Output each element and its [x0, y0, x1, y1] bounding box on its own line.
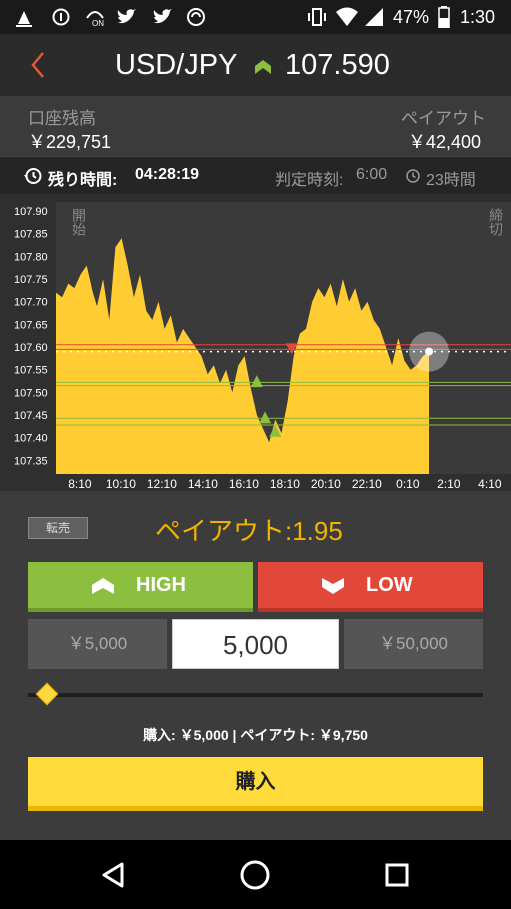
y-tick-label: 107.90 [14, 206, 48, 218]
x-tick-label: 14:10 [188, 477, 218, 491]
up-arrow-icon [92, 578, 114, 594]
x-tick-label: 22:10 [352, 477, 382, 491]
account-balance-label: 口座残高 [28, 109, 96, 128]
history-icon [24, 168, 42, 184]
y-tick-label: 107.45 [14, 410, 48, 422]
x-tick-label: 12:10 [147, 477, 177, 491]
y-tick-label: 107.40 [14, 433, 48, 445]
y-tick-label: 107.60 [14, 342, 48, 354]
notification-icon [16, 11, 32, 27]
x-tick-label: 4:10 [478, 477, 502, 491]
account-balance-value: ￥229,751 [28, 132, 112, 152]
current-rate: 107.590 [285, 49, 390, 81]
amount-slider-handle[interactable] [35, 682, 59, 706]
battery-percent: 47% [393, 7, 430, 27]
info-icon [52, 8, 70, 26]
y-tick-label: 107.70 [14, 297, 48, 309]
x-tick-label: 20:10 [311, 477, 341, 491]
system-nav-bar [0, 840, 511, 909]
y-tick-label: 107.35 [14, 455, 48, 467]
high-button[interactable]: HIGH [28, 562, 253, 612]
x-tick-label: 2:10 [437, 477, 461, 491]
x-tick-label: 18:10 [270, 477, 300, 491]
home-icon[interactable] [239, 859, 271, 891]
header: USD/JPY 107.590 [0, 34, 511, 96]
y-tick-label: 107.75 [14, 274, 48, 286]
time-bar: 残り時間: 04:28:19 判定時刻: 6:00 23時間 [0, 156, 511, 194]
price-chart[interactable]: 107.90 107.85 107.80 107.75 107.70 107.65 107.… [0, 194, 511, 491]
judgement-time-value: 6:00 [356, 166, 388, 183]
resale-button[interactable]: 転売 [28, 517, 88, 539]
x-tick-label: 16:10 [229, 477, 259, 491]
start-label: 開始 [70, 208, 86, 236]
remaining-time-value: 04:28:19 [135, 166, 200, 183]
payout-label: ペイアウト [401, 109, 486, 128]
y-tick-label: 107.55 [14, 365, 48, 377]
on-icon: ON [86, 11, 104, 28]
amount-slider-track[interactable] [28, 693, 483, 697]
duration-value: 23時間 [426, 172, 476, 189]
price-chart-svg[interactable]: 107.90 107.85 107.80 107.75 107.70 107.65 107.… [0, 194, 511, 491]
buy-button[interactable]: 購入 [28, 757, 483, 811]
y-tick-label: 107.85 [14, 229, 48, 241]
y-tick-label: 107.80 [14, 251, 48, 263]
sync-icon [187, 8, 205, 26]
current-point [425, 347, 434, 356]
battery-icon [438, 6, 450, 28]
vibrate-icon [308, 8, 326, 26]
clock-icon [406, 169, 420, 183]
currency-pair: USD/JPY [115, 49, 238, 81]
remaining-time-label: 残り時間: [48, 172, 118, 189]
clock: 1:30 [460, 7, 496, 27]
y-tick-label: 107.50 [14, 387, 48, 399]
balance-panel: 口座残高 ￥229,751 ペイアウト ￥42,400 [0, 96, 511, 156]
amount-min-button[interactable]: ￥5,000 [28, 619, 167, 669]
low-button-label: LOW [366, 574, 413, 596]
status-bar: ON 47% 1:30 [0, 0, 511, 34]
signal-icon [365, 8, 383, 26]
back-icon[interactable] [100, 861, 126, 889]
up-arrow-icon [255, 60, 271, 74]
x-tick-label: 0:10 [396, 477, 420, 491]
judgement-time-label: 判定時刻: [275, 172, 344, 189]
purchase-summary: 購入: ￥5,000 | ペイアウト: ￥9,750 [143, 727, 368, 743]
trade-controls: 転売 ペイアウト:1.95 HIGH LOW ￥5,000 5,000 ￥50,… [0, 491, 511, 840]
down-arrow-icon [322, 578, 344, 594]
end-label: 締切 [487, 207, 503, 237]
x-tick-label: 8:10 [68, 477, 92, 491]
twitter-icon [117, 9, 136, 24]
svg-text:ON: ON [92, 19, 104, 28]
amount-input[interactable]: 5,000 [172, 619, 339, 669]
x-tick-label: 10:10 [106, 477, 136, 491]
payout-value: ￥42,400 [407, 132, 481, 152]
recents-icon[interactable] [385, 863, 409, 887]
amount-max-button[interactable]: ￥50,000 [344, 619, 483, 669]
wifi-icon [336, 7, 358, 26]
payout-rate: ペイアウト:1.95 [155, 516, 343, 546]
low-button[interactable]: LOW [258, 562, 483, 612]
y-tick-label: 107.65 [14, 319, 48, 331]
twitter-icon [153, 9, 172, 24]
chevron-left-icon[interactable] [30, 51, 46, 79]
high-button-label: HIGH [136, 574, 186, 596]
